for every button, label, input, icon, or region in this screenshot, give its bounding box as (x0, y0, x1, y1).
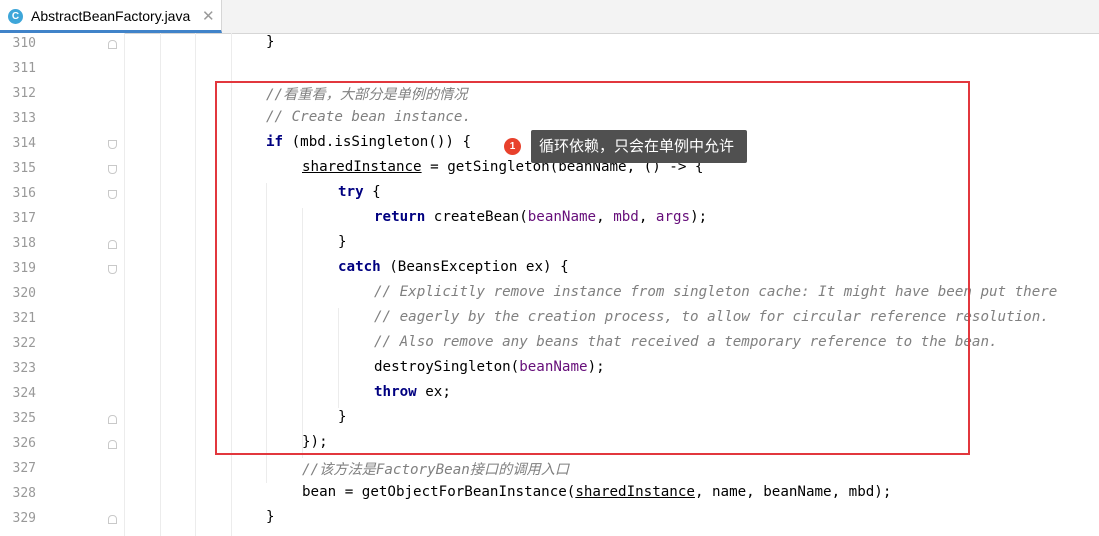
fold-marker-icon[interactable] (108, 240, 117, 249)
line-number: 315 (12, 161, 36, 176)
line-number: 326 (12, 436, 36, 451)
fold-marker-icon[interactable] (108, 415, 117, 424)
line-number: 328 (12, 486, 36, 501)
code-line[interactable]: } (266, 509, 275, 525)
line-number: 322 (12, 336, 36, 351)
line-number: 317 (12, 211, 36, 226)
code-line[interactable]: //该方法是FactoryBean接口的调用入口 (302, 459, 569, 479)
tab-file-name: AbstractBeanFactory.java (31, 8, 191, 24)
fold-marker-icon[interactable] (108, 140, 117, 149)
line-number: 319 (12, 261, 36, 276)
line-number: 316 (12, 186, 36, 201)
indent-guide-line (160, 33, 161, 536)
line-number: 318 (12, 236, 36, 251)
indent-guide-line (195, 33, 196, 536)
line-number: 320 (12, 286, 36, 301)
code-token: //该方法是FactoryBean接口的调用入口 (302, 462, 570, 478)
gutter-separator (124, 33, 125, 536)
code-line[interactable]: bean = getObjectForBeanInstance(sharedIn… (302, 484, 891, 500)
annotation-badge: 1 (504, 138, 521, 155)
tab-abstract-bean-factory[interactable]: C AbstractBeanFactory.java ✕ (0, 0, 222, 33)
fold-marker-icon[interactable] (108, 190, 117, 199)
line-gutter: 310 311 312 313 314 315 316 317 318 319 320 321 322 3… (0, 33, 124, 536)
code-token: } (266, 509, 275, 525)
line-number: 329 (12, 511, 36, 526)
fold-marker-icon[interactable] (108, 440, 117, 449)
java-class-icon: C (8, 9, 23, 24)
line-number: 314 (12, 136, 36, 151)
fold-marker-icon[interactable] (108, 40, 117, 49)
code-token: , name, beanName, mbd); (694, 484, 892, 500)
fold-marker-icon[interactable] (108, 515, 117, 524)
line-number: 321 (12, 311, 36, 326)
fold-marker-icon[interactable] (108, 265, 117, 274)
line-number: 312 (12, 86, 36, 101)
line-number: 310 (12, 36, 36, 51)
line-number: 325 (12, 411, 36, 426)
code-token: bean = getObjectForBeanInstance( (302, 484, 576, 500)
code-token: } (266, 34, 275, 50)
editor-tab-bar: C AbstractBeanFactory.java ✕ (0, 0, 1099, 34)
line-number: 327 (12, 461, 36, 476)
line-number: 323 (12, 361, 36, 376)
line-number: 324 (12, 386, 36, 401)
line-number: 313 (12, 111, 36, 126)
code-token: sharedInstance (575, 484, 695, 500)
fold-marker-icon[interactable] (108, 165, 117, 174)
annotation-tooltip: 循环依赖，只会在单例中允许 (531, 130, 748, 163)
code-line[interactable]: } (266, 34, 275, 50)
close-icon[interactable]: ✕ (202, 7, 215, 25)
line-number: 311 (12, 61, 36, 76)
